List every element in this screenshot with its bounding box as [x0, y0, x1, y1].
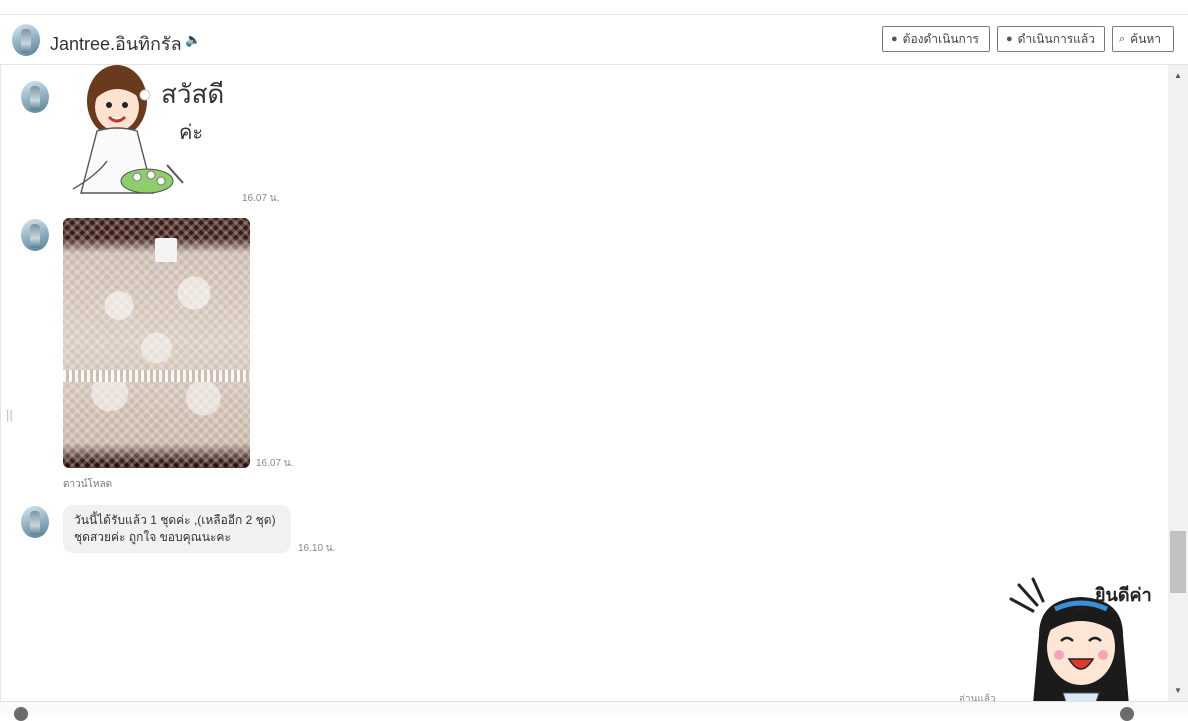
- done-button-label: ดำเนินการแล้ว: [1017, 31, 1095, 46]
- top-strip: [0, 0, 1188, 15]
- message-avatar[interactable]: [21, 506, 49, 538]
- lace-dress-photo[interactable]: [63, 218, 250, 468]
- chat-header: Jantree.อินทิกรัล 🔈 ● ต้องดำเนินการ ● ดำ…: [0, 15, 1188, 65]
- welcome-sticker[interactable]: ยินดีค่า: [1003, 575, 1153, 701]
- speaker-icon[interactable]: 🔈: [185, 32, 201, 48]
- note-icon: ●: [891, 33, 898, 45]
- search-button[interactable]: ⌕ ค้นหา: [1112, 26, 1174, 52]
- message-avatar[interactable]: [21, 81, 49, 113]
- greeting-sticker-text: สวัสดี: [161, 80, 224, 110]
- text-message-line: ชุดสวยค่ะ ถูกใจ ขอบคุณนะคะ: [74, 530, 231, 544]
- welcome-sticker-text: ยินดีค่า: [1095, 585, 1152, 606]
- contact-avatar[interactable]: [12, 24, 40, 56]
- chat-icon: ●: [1006, 33, 1013, 45]
- contact-name: Jantree.อินทิกรัล: [50, 34, 182, 54]
- search-button-label: ค้นหา: [1130, 31, 1162, 46]
- composer-bar: [0, 701, 1188, 721]
- message-avatar[interactable]: [21, 219, 49, 251]
- message-time: 16.07 น.: [256, 458, 294, 469]
- text-message-line: วันนี้ได้รับแล้ว 1 ชุดค่ะ ,(เหลืออีก 2 ช…: [74, 513, 276, 527]
- scroll-up-icon[interactable]: ▲: [1174, 71, 1182, 80]
- greeting-sticker[interactable]: สวัสดี ค่ะ: [67, 65, 232, 201]
- message-time: 16.10 น.: [298, 543, 336, 554]
- chat-scrollbar[interactable]: ▲ ▼: [1168, 65, 1188, 701]
- emoji-icon[interactable]: [14, 707, 28, 721]
- scroll-down-icon[interactable]: ▼: [1174, 686, 1182, 695]
- todo-button-label: ต้องดำเนินการ: [902, 31, 980, 46]
- search-icon: ⌕: [1119, 32, 1126, 45]
- text-message-bubble: วันนี้ได้รับแล้ว 1 ชุดค่ะ ,(เหลืออีก 2 ช…: [63, 505, 291, 553]
- resize-handle-icon[interactable]: ||: [6, 407, 13, 422]
- todo-button[interactable]: ● ต้องดำเนินการ: [882, 26, 990, 52]
- done-button[interactable]: ● ดำเนินการแล้ว: [997, 26, 1105, 52]
- download-link[interactable]: ดาวน์โหลด: [63, 477, 112, 492]
- sticker-icon[interactable]: [1120, 707, 1134, 721]
- message-time: 16.07 น.: [242, 193, 280, 204]
- chat-area[interactable]: || สวัสดี ค่ะ 16.07 น. 16.07 น. ดาวน์โหล…: [0, 65, 1168, 701]
- scrollbar-thumb[interactable]: [1170, 531, 1186, 593]
- read-status: อ่านแล้ว: [959, 694, 996, 701]
- greeting-sticker-text-2: ค่ะ: [179, 120, 203, 144]
